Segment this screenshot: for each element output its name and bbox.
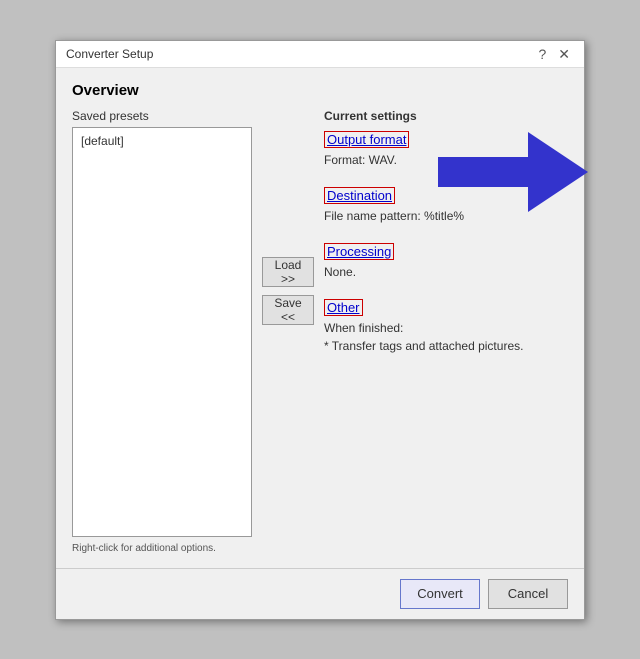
other-detail: When finished:* Transfer tags and attach…: [324, 319, 568, 355]
saved-presets-label: Saved presets: [72, 109, 252, 123]
dialog-footer: Convert Cancel: [56, 568, 584, 619]
cancel-button[interactable]: Cancel: [488, 579, 568, 609]
main-content: Saved presets [default] Right-click for …: [72, 109, 568, 554]
dialog-title: Converter Setup: [66, 47, 153, 61]
converter-setup-dialog: Converter Setup ? ✕ Overview Saved prese…: [55, 40, 585, 620]
processing-link[interactable]: Processing: [324, 243, 394, 260]
output-format-detail: Format: WAV.: [324, 151, 568, 169]
preset-item[interactable]: [default]: [77, 132, 247, 150]
left-panel: Saved presets [default] Right-click for …: [72, 109, 252, 554]
save-button[interactable]: Save<<: [262, 295, 314, 325]
destination-link[interactable]: Destination: [324, 187, 395, 204]
convert-button[interactable]: Convert: [400, 579, 480, 609]
title-bar-left: Converter Setup: [66, 47, 153, 61]
other-link[interactable]: Other: [324, 299, 363, 316]
processing-section: Processing None.: [324, 243, 568, 281]
destination-detail: File name pattern: %title%: [324, 207, 568, 225]
overview-heading: Overview: [72, 82, 568, 99]
current-settings-label: Current settings: [324, 109, 568, 123]
presets-list[interactable]: [default]: [72, 127, 252, 537]
help-button[interactable]: ?: [534, 47, 550, 61]
middle-buttons: Load>> Save<<: [252, 109, 324, 554]
output-format-link[interactable]: Output format: [324, 131, 409, 148]
title-bar: Converter Setup ? ✕: [56, 41, 584, 68]
title-bar-controls: ? ✕: [534, 47, 574, 61]
dialog-body: Overview Saved presets [default] Right-c…: [56, 68, 584, 568]
close-button[interactable]: ✕: [554, 47, 574, 61]
right-click-hint: Right-click for additional options.: [72, 543, 252, 554]
destination-section: Destination File name pattern: %title%: [324, 187, 568, 225]
right-panel: Current settings Output format Format: W…: [324, 109, 568, 554]
output-format-section: Output format Format: WAV.: [324, 131, 568, 169]
other-section: Other When finished:* Transfer tags and …: [324, 299, 568, 355]
load-button[interactable]: Load>>: [262, 257, 314, 287]
processing-detail: None.: [324, 263, 568, 281]
